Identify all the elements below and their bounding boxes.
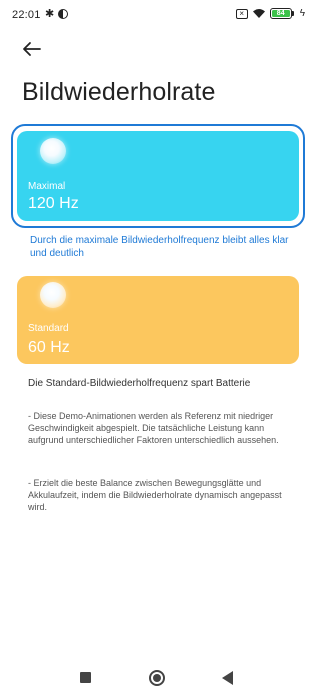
back-button[interactable] — [20, 38, 44, 60]
option-description: Die Standard-Bildwiederholfrequenz spart… — [28, 378, 251, 389]
wifi-icon — [252, 9, 265, 18]
option-card-maximal[interactable]: Maximal 120 Hz — [17, 131, 299, 221]
info-note: - Erzielt die beste Balance zwischen Bew… — [28, 478, 282, 512]
back-triangle-icon[interactable] — [222, 671, 233, 685]
option-value: 60 Hz — [28, 339, 70, 356]
status-time: 22:01 — [12, 9, 41, 21]
demo-ball-icon — [40, 138, 66, 164]
option-label: Standard — [28, 323, 69, 334]
arrow-left-icon — [23, 42, 41, 56]
battery-icon: 84 — [269, 8, 294, 19]
charging-icon: ϟ — [299, 8, 305, 19]
battery-level: 84 — [271, 10, 290, 17]
dnd-icon: × — [235, 8, 248, 19]
home-circle-icon[interactable] — [149, 670, 165, 686]
option-value: 120 Hz — [28, 195, 79, 212]
option-label: Maximal — [28, 181, 66, 192]
gear-icon: ✱ — [45, 8, 55, 20]
option-description: Durch die maximale Bildwiederholfrequenz… — [30, 235, 289, 259]
half-circle-icon — [58, 9, 69, 19]
page-title: Bildwiederholrate — [22, 78, 216, 106]
demo-ball-icon — [40, 282, 66, 308]
info-note: - Diese Demo-Animationen werden als Refe… — [28, 411, 279, 445]
status-bar: 22:01 ✱ × 84 ϟ — [0, 0, 315, 30]
recents-square-icon[interactable] — [80, 672, 91, 683]
navigation-bar — [0, 660, 315, 700]
option-card-standard[interactable]: Standard 60 Hz — [17, 276, 299, 364]
